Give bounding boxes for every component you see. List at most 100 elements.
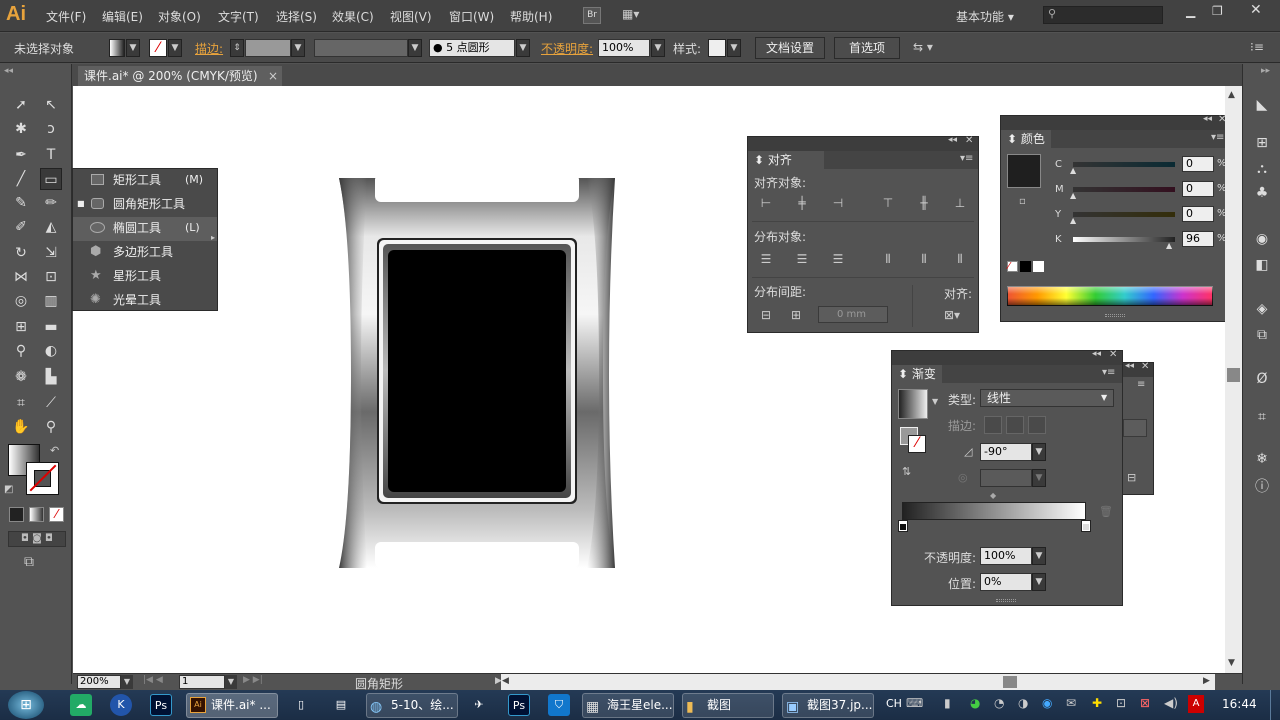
trash-icon[interactable]: 🗑	[1099, 505, 1113, 518]
flyout-item-star[interactable]: ★ 星形工具	[73, 265, 217, 289]
expand-dock-icon[interactable]: ▸▸	[1261, 66, 1270, 76]
cyan-value-field[interactable]: 0	[1182, 156, 1214, 172]
pen-tool-icon[interactable]: ✒	[10, 144, 32, 166]
distribute-left-icon[interactable]: ⫴	[880, 251, 896, 267]
bridge-button[interactable]: Br	[583, 7, 601, 24]
location-dropdown[interactable]: ▼	[1032, 573, 1046, 591]
location-field[interactable]: 0%	[980, 573, 1032, 591]
align-to-dropdown-icon[interactable]: ⊠▾	[944, 307, 960, 323]
stroke-swatch[interactable]: ⁄	[149, 39, 167, 57]
magenta-value-field[interactable]: 0	[1182, 181, 1214, 197]
taskbar-browser[interactable]: ◍ 5-10、绘...	[366, 693, 458, 718]
collapse-panel-icon[interactable]: ◂◂	[1092, 349, 1101, 359]
taskbar-spreadsheet[interactable]: ▦ 海王星ele...	[582, 693, 674, 718]
shape-builder-tool-icon[interactable]: ◎	[10, 290, 32, 312]
color-mode-icon[interactable]	[9, 507, 24, 522]
blend-tool-icon[interactable]: ◐	[40, 340, 62, 362]
scroll-thumb[interactable]	[1003, 676, 1017, 688]
flyout-item-polygon[interactable]: ⬢ 多边形工具	[73, 241, 217, 265]
close-panel-icon[interactable]: ✕	[1109, 349, 1117, 360]
distribute-bottom-icon[interactable]: ☰	[830, 251, 846, 267]
scale-tool-icon[interactable]: ⇲	[40, 242, 62, 264]
align-bottom-icon[interactable]: ⊥	[952, 195, 968, 211]
taskbar-image-viewer[interactable]: ▣ 截图37.jp...	[782, 693, 874, 718]
align-left-icon[interactable]: ⊢	[758, 195, 774, 211]
scroll-down-icon[interactable]: ▼	[1228, 658, 1235, 668]
stroke-color-box[interactable]	[26, 462, 59, 495]
photoshop-app-icon[interactable]: Ps	[508, 694, 530, 716]
menu-file[interactable]: 文件(F)	[46, 8, 86, 25]
none-mode-icon[interactable]: ⁄	[49, 507, 64, 522]
panel-menu-icon[interactable]: ▾≡	[1102, 367, 1115, 378]
menu-type[interactable]: 文字(T)	[218, 8, 259, 25]
gradient-stop-start[interactable]	[898, 520, 908, 532]
stroke-indicator[interactable]: ⁄	[908, 435, 926, 453]
opacity-field[interactable]: 100%	[598, 39, 650, 57]
horizontal-spacing-icon[interactable]: ⊞	[788, 307, 804, 323]
yellow-value-field[interactable]: 0	[1182, 206, 1214, 222]
start-button[interactable]: ⊞	[8, 691, 44, 719]
slice-tool-icon[interactable]: ⟋	[40, 392, 62, 414]
slider-thumb-icon[interactable]: ▲	[1070, 166, 1076, 175]
stroke-along-icon[interactable]	[1006, 416, 1024, 434]
magic-wand-tool-icon[interactable]: ✱	[10, 118, 32, 140]
draw-mode-icon[interactable]: ◘ ◙ ◘	[8, 531, 66, 547]
scroll-thumb[interactable]	[1227, 368, 1240, 382]
menu-window[interactable]: 窗口(W)	[449, 8, 494, 25]
flyout-item-flare[interactable]: ✺ 光晕工具	[73, 289, 217, 313]
panel-menu-icon[interactable]: ⁝≡	[1250, 40, 1264, 54]
direct-selection-tool-icon[interactable]: ↖	[40, 94, 62, 116]
zoom-field[interactable]: 200%	[77, 675, 121, 689]
stroke-across-icon[interactable]	[1028, 416, 1046, 434]
tearoff-arrow-icon[interactable]: ▸	[211, 233, 215, 242]
gradient-type-select[interactable]: 线性 ▼	[980, 389, 1114, 407]
mesh-tool-icon[interactable]: ⊞	[10, 316, 32, 338]
color-tab[interactable]: ⬍ 颜色	[1001, 130, 1051, 148]
arrange-icon[interactable]: ⇆ ▾	[913, 40, 933, 54]
flyout-item-ellipse[interactable]: 椭圆工具 (L)	[73, 217, 217, 241]
eyedropper-tool-icon[interactable]: ⚲	[10, 340, 32, 362]
slider-thumb-icon[interactable]: ▲	[1166, 241, 1172, 250]
brush-dropdown[interactable]: ▼	[516, 39, 530, 57]
distribute-top-icon[interactable]: ☰	[758, 251, 774, 267]
gradient-slider[interactable]	[902, 502, 1086, 520]
tray-icon[interactable]: ⊡	[1116, 696, 1126, 710]
panel-menu-icon[interactable]: ≡	[1137, 379, 1145, 390]
selection-tool-icon[interactable]: ➚	[10, 94, 32, 116]
scroll-up-icon[interactable]: ▲	[1228, 90, 1235, 100]
graphic-styles-panel-icon[interactable]: ◧	[1251, 254, 1273, 276]
symbols-panel-icon[interactable]: ♣	[1251, 182, 1273, 204]
menu-help[interactable]: 帮助(H)	[510, 8, 552, 25]
vertical-scrollbar[interactable]: ▲ ▼	[1225, 86, 1242, 673]
width-tool-icon[interactable]: ⋈	[10, 266, 32, 288]
opacity-dropdown[interactable]: ▼	[1032, 547, 1046, 565]
menu-view[interactable]: 视图(V)	[390, 8, 432, 25]
menu-select[interactable]: 选择(S)	[276, 8, 317, 25]
appearance-panel-icon[interactable]: ◉	[1251, 228, 1273, 250]
restore-button[interactable]: ❐	[1212, 4, 1223, 18]
zoom-tool-icon[interactable]: ⚲	[40, 416, 62, 438]
magenta-slider-track[interactable]	[1073, 187, 1175, 192]
angle-dropdown[interactable]: ▼	[1032, 443, 1046, 461]
pencil-tool-icon[interactable]: ✏	[40, 192, 62, 214]
distribute-vcenter-icon[interactable]: ☰	[794, 251, 810, 267]
battery-icon[interactable]: ▮	[944, 696, 951, 710]
cyan-slider-track[interactable]	[1073, 162, 1175, 167]
close-window-button[interactable]: ✕	[1250, 2, 1262, 18]
keyboard-icon[interactable]: ⌨	[906, 696, 923, 710]
taskbar-folder[interactable]: ▮ 截图	[682, 693, 774, 718]
blob-brush-tool-icon[interactable]: ✐	[10, 216, 32, 238]
align-tab[interactable]: ⬍ 对齐	[748, 151, 824, 169]
kugou-app-icon[interactable]: K	[110, 694, 132, 716]
gradient-panel-icon[interactable]: ◣	[1251, 94, 1273, 116]
minimize-button[interactable]: ▁	[1186, 4, 1195, 18]
flyout-item-rounded-rectangle[interactable]: ■ 圆角矩形工具	[73, 193, 217, 217]
none-swatch[interactable]: ⁄	[1007, 261, 1018, 272]
tray-icon[interactable]: ◔	[994, 696, 1004, 710]
column-graph-tool-icon[interactable]: ▙	[40, 366, 62, 388]
document-tab-close[interactable]: ×	[268, 66, 278, 86]
angle-field[interactable]: -90°	[980, 443, 1032, 461]
scroll-right-icon[interactable]: ▶	[1203, 676, 1210, 686]
send-app-icon[interactable]: ✈	[468, 694, 490, 716]
volume-icon[interactable]: ◀)	[1164, 696, 1178, 710]
